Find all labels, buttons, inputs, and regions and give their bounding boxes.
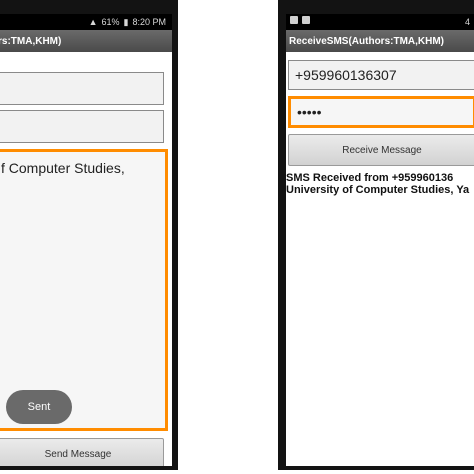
sent-toast: Sent (6, 390, 72, 424)
battery-percent: 61% (101, 17, 120, 27)
received-line-2: University of Computer Studies, Ya (286, 184, 470, 196)
message-text: f Computer Studies, (1, 160, 125, 176)
right-phone-frame: 4 ReceiveSMS(Authors:TMA,KHM) +959960136… (278, 0, 474, 470)
received-message: SMS Received from +959960136 University … (286, 172, 469, 196)
phone-number-field[interactable] (0, 72, 164, 105)
battery-icon: ▮ (123, 16, 129, 27)
send-message-button[interactable]: Send Message (0, 438, 164, 466)
right-phone-screen: 4 ReceiveSMS(Authors:TMA,KHM) +959960136… (286, 14, 474, 466)
password-field[interactable]: ••••• (288, 96, 474, 128)
photo-icon (290, 16, 298, 24)
message-icon (302, 16, 310, 24)
password-field[interactable] (0, 110, 164, 143)
phone-number-value: +959960136307 (295, 67, 397, 83)
app-body: f Computer Studies, Sent Send Message (0, 52, 172, 466)
left-phone-frame: ▲ 61% ▮ 8:20 PM rs:TMA,KHM) f Computer S… (0, 0, 178, 470)
status-bar: 4 (286, 14, 474, 30)
status-partial: 4 (464, 17, 470, 27)
message-textarea[interactable]: f Computer Studies, (0, 149, 168, 431)
send-button-label: Send Message (44, 448, 112, 460)
app-title: ReceiveSMS(Authors:TMA,KHM) (289, 35, 445, 47)
status-time: 8:20 PM (132, 17, 166, 27)
signal-icon: ▲ (88, 17, 98, 27)
password-value: ••••• (297, 104, 322, 120)
status-bar: ▲ 61% ▮ 8:20 PM (0, 14, 172, 30)
phone-number-field[interactable]: +959960136307 (288, 60, 474, 90)
status-left-icons (290, 16, 310, 24)
left-phone-screen: ▲ 61% ▮ 8:20 PM rs:TMA,KHM) f Computer S… (0, 14, 172, 466)
receive-message-button[interactable]: Receive Message (288, 134, 474, 166)
toast-label: Sent (27, 401, 51, 413)
app-title-bar: ReceiveSMS(Authors:TMA,KHM) (286, 30, 474, 52)
app-body: +959960136307 ••••• Receive Message SMS … (286, 52, 474, 466)
app-title-bar: rs:TMA,KHM) (0, 30, 172, 52)
app-title: rs:TMA,KHM) (0, 35, 62, 47)
receive-button-label: Receive Message (342, 144, 422, 156)
received-line-1: SMS Received from +959960136 (286, 172, 454, 184)
